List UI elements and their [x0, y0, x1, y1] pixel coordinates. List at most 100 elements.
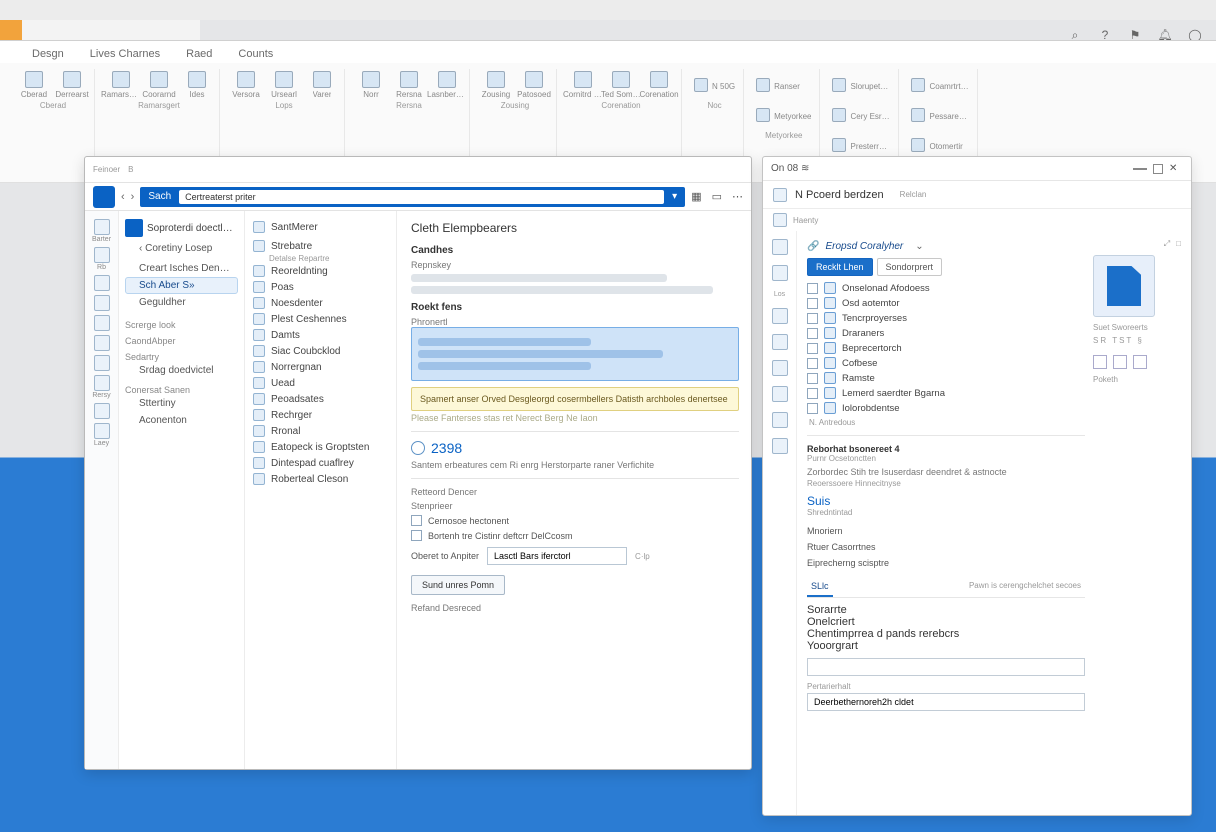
ribbon-button[interactable]: Rersna	[395, 71, 423, 99]
ribbon-button[interactable]: Metyorkee	[756, 101, 811, 129]
list-item[interactable]: Siac Coubcklod	[251, 343, 390, 359]
side-lower-item[interactable]: Onelcriert	[807, 616, 1085, 628]
side-rail-icon[interactable]	[772, 360, 788, 376]
list-item[interactable]: Eatopeck is Groptsten	[251, 439, 390, 455]
ribbon-button[interactable]: Ursearl	[270, 71, 298, 99]
list-item[interactable]: Noesdenter	[251, 295, 390, 311]
side-rail-icon[interactable]	[772, 412, 788, 428]
list-item[interactable]: Plest Ceshennes	[251, 311, 390, 327]
side-list-item[interactable]: Rtuer Casorrtnes	[807, 539, 1085, 555]
nav-item[interactable]: Sttertiny	[125, 395, 238, 412]
check-item[interactable]: Osd aotemtor	[807, 297, 1085, 309]
ribbon-tab[interactable]: Raed	[184, 45, 214, 63]
ribbon-button[interactable]: Ides	[183, 71, 211, 99]
rail-item[interactable]	[89, 275, 115, 291]
check-item[interactable]: Ramste	[807, 372, 1085, 384]
ribbon-button[interactable]: Otomertir	[911, 131, 962, 159]
minimize-icon[interactable]	[1133, 168, 1147, 170]
doc-thumbnail[interactable]	[1093, 255, 1155, 317]
ghost-pill-button[interactable]: Sondorprert	[877, 258, 943, 276]
rail-item[interactable]: Barter	[89, 219, 115, 243]
side-rail-icon[interactable]	[772, 386, 788, 402]
check-item[interactable]: Cofbese	[807, 357, 1085, 369]
ribbon-button[interactable]: Ramarsgert	[107, 71, 135, 99]
search-input[interactable]: Certreaterst priter	[179, 190, 664, 204]
nav-item[interactable]: Creart Isches Deneas	[125, 260, 238, 277]
list-item[interactable]: Reoreldnting	[251, 263, 390, 279]
side-tab[interactable]	[843, 577, 851, 597]
check-item[interactable]: Tencrproyerses	[807, 312, 1085, 324]
ribbon-button[interactable]: Versora	[232, 71, 260, 99]
tab-mini[interactable]: Feinoer	[93, 165, 120, 174]
text-input[interactable]	[487, 547, 627, 565]
nav-item[interactable]: Geguldher	[125, 294, 238, 311]
ribbon-button[interactable]: Lasnberery	[433, 71, 461, 99]
side-rail-icon[interactable]	[772, 308, 788, 324]
check-item[interactable]: Beprecertorch	[807, 342, 1085, 354]
ribbon-button[interactable]: Ranser	[756, 71, 800, 99]
rail-item[interactable]	[89, 295, 115, 311]
tab-mini[interactable]: B	[128, 165, 133, 174]
side-lower-item[interactable]: Sorarrte	[807, 604, 1085, 616]
ribbon-button[interactable]: Presterry erstont parbroop	[832, 131, 890, 159]
ribbon-button[interactable]: Cornitrd Colore	[569, 71, 597, 99]
check-item[interactable]: Iolorobdentse	[807, 402, 1085, 414]
side-rail-icon[interactable]	[772, 438, 788, 454]
ribbon-button[interactable]: Derrearst	[58, 71, 86, 99]
ribbon-button[interactable]: Pessared ncescre laren	[911, 101, 969, 129]
grid-icon[interactable]: ▦	[691, 190, 701, 203]
list-item[interactable]: Dintespad cuaflrey	[251, 455, 390, 471]
layout-icon[interactable]: ▭	[712, 190, 722, 203]
nav-back[interactable]: ‹ Coretiny Losep	[125, 240, 238, 257]
ribbon-button[interactable]: Zousing	[482, 71, 510, 99]
side-rail-icon[interactable]	[772, 334, 788, 350]
ribbon-button[interactable]: Varer	[308, 71, 336, 99]
list-item[interactable]: Rechrger	[251, 407, 390, 423]
nav-item[interactable]: Aconenton	[125, 412, 238, 429]
ribbon-tab[interactable]: Counts	[236, 45, 275, 63]
side-lower-item[interactable]: Chentimprrea d pands rerebcrs	[807, 628, 1085, 640]
ribbon-tab[interactable]: Lives Charnes	[88, 45, 162, 63]
rail-item[interactable]	[89, 315, 115, 331]
side-rail-icon[interactable]	[772, 265, 788, 281]
close-icon[interactable]: ✕	[1169, 163, 1183, 174]
check-item[interactable]: Lemerd saerdter Bgarna	[807, 387, 1085, 399]
rail-item[interactable]: Rb	[89, 247, 115, 271]
ribbon-button[interactable]: N 50G	[694, 71, 735, 99]
rail-item[interactable]	[89, 335, 115, 351]
checkbox-row[interactable]: Cernosoe hectonent	[411, 515, 739, 526]
side-input[interactable]	[807, 693, 1085, 711]
tool-icon[interactable]	[1093, 355, 1107, 369]
list-item[interactable]: Peoadsates	[251, 391, 390, 407]
ribbon-button[interactable]: Norr	[357, 71, 385, 99]
ribbon-tab[interactable]: Desgn	[30, 45, 66, 63]
side-input[interactable]	[807, 658, 1085, 676]
list-item[interactable]: Damts	[251, 327, 390, 343]
rail-item[interactable]	[89, 355, 115, 371]
ribbon-button[interactable]: Cery Esrepernt Loace	[832, 101, 890, 129]
side-list-item[interactable]: Eiprecherng scisptre	[807, 555, 1085, 571]
ribbon-button[interactable]: Ted Someons	[607, 71, 635, 99]
more-icon[interactable]: ⋯	[732, 190, 743, 203]
maximize-icon[interactable]	[1153, 164, 1163, 174]
ribbon-button[interactable]: Slorupeterch Rearang	[832, 71, 890, 99]
list-item[interactable]: Uead	[251, 375, 390, 391]
selected-block[interactable]	[411, 327, 739, 381]
check-item[interactable]: Onselonad Afodoess	[807, 282, 1085, 294]
expand-icon[interactable]: ⤢	[1164, 239, 1170, 249]
nav-item[interactable]: Sch Aber S»	[125, 277, 238, 294]
side-tab[interactable]: SLlc	[807, 577, 833, 597]
side-section-title[interactable]: 🔗 Eropsd Coralyher ⌄	[807, 241, 1085, 252]
list-item[interactable]: Strebatre	[251, 238, 390, 254]
back-icon[interactable]: ‹	[121, 191, 125, 203]
tool-icon[interactable]	[1133, 355, 1147, 369]
side-rail-icon[interactable]	[772, 239, 788, 255]
ribbon-button[interactable]: Cberad	[20, 71, 48, 99]
rail-item[interactable]: Rersy	[89, 375, 115, 399]
primary-button[interactable]: Sund unres Pomn	[411, 575, 505, 595]
check-item[interactable]: Draraners	[807, 327, 1085, 339]
primary-pill-button[interactable]: Recklt Lhen	[807, 258, 873, 276]
ribbon-button[interactable]: Patosoed	[520, 71, 548, 99]
list-item[interactable]: Norrergnan	[251, 359, 390, 375]
fwd-icon[interactable]: ›	[131, 191, 135, 203]
